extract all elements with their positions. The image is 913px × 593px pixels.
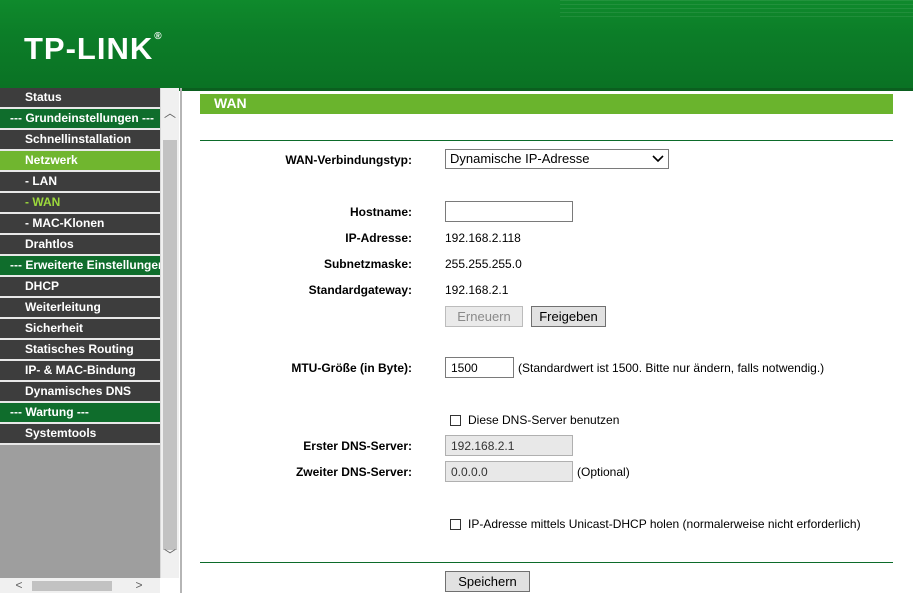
mtu-label: MTU-Größe (in Byte): [291,361,412,375]
sidebar-item[interactable]: Statisches Routing [0,340,160,361]
hostname-input[interactable] [445,201,573,222]
divider-bottom [200,562,893,563]
sidebar-item: --- Erweiterte Einstellungen --- [0,256,160,277]
sidebar-vertical-scrollbar[interactable]: ︿ ﹀ [160,88,179,578]
sidebar-item[interactable]: Netzwerk [0,151,160,172]
subnet-mask-value: 255.255.255.0 [445,257,522,271]
default-gateway-value: 192.168.2.1 [445,283,509,297]
dns1-input[interactable] [445,435,573,456]
save-button[interactable]: Speichern [445,571,530,592]
scroll-down-icon[interactable]: ﹀ [163,548,177,562]
scrollbar-thumb[interactable] [163,140,177,550]
chevron-down-icon [652,150,664,173]
tp-link-logo: TP-LINK® [24,31,163,66]
sidebar-item[interactable]: Sicherheit [0,319,160,340]
connection-type-select[interactable]: Dynamische IP-Adresse [445,149,669,169]
sidebar-item[interactable]: - LAN [0,172,160,193]
sidebar-item: --- Grundeinstellungen --- [0,109,160,130]
unicast-dhcp-checkbox[interactable] [450,519,461,530]
sidebar-item[interactable]: Weiterleitung [0,298,160,319]
scrollbar-thumb[interactable] [32,581,112,591]
sidebar-item[interactable]: Status [0,88,160,109]
connection-type-label: WAN-Verbindungstyp: [285,153,412,167]
page-title: WAN [214,95,247,111]
header-banner: TP-LINK® [0,0,913,91]
mtu-input[interactable] [445,357,514,378]
dns2-input[interactable] [445,461,573,482]
mtu-hint: (Standardwert ist 1500. Bitte nur ändern… [518,361,825,375]
scroll-up-icon[interactable]: ︿ [163,106,177,120]
divider-top [200,140,893,141]
hostname-label: Hostname: [349,205,412,219]
main-content: WAN WAN-Verbindungstyp: Dynamische IP-Ad… [182,88,913,593]
sidebar-item[interactable]: Dynamisches DNS [0,382,160,403]
sidebar-menu: Status --- Grundeinstellungen --- Schnelli… [0,88,160,445]
dns2-hint: (Optional) [577,465,630,479]
sidebar-item[interactable]: - WAN [0,193,160,214]
banner-stripes [560,0,913,20]
sidebar-horizontal-scrollbar[interactable]: < > [0,578,160,593]
ip-address-label: IP-Adresse: [345,231,412,245]
default-gateway-label: Standardgateway: [308,283,412,297]
sidebar-item[interactable]: Systemtools [0,424,160,445]
renew-button[interactable]: Erneuern [445,306,523,327]
sidebar-item[interactable]: DHCP [0,277,160,298]
unicast-dhcp-label: IP-Adresse mittels Unicast-DHCP holen (n… [468,517,861,531]
use-dns-label: Diese DNS-Server benutzen [468,413,620,427]
dns2-label: Zweiter DNS-Server: [295,465,412,479]
subnet-mask-label: Subnetzmaske: [323,257,412,271]
sidebar-item: --- Wartung --- [0,403,160,424]
sidebar-item[interactable]: Drahtlos [0,235,160,256]
use-dns-checkbox[interactable] [450,415,461,426]
page-title-bar: WAN [200,94,893,114]
dns1-label: Erster DNS-Server: [303,439,412,453]
ip-address-value: 192.168.2.118 [445,231,521,245]
sidebar-item[interactable]: IP- & MAC-Bindung [0,361,160,382]
scroll-right-icon[interactable]: > [132,578,146,593]
sidebar: Status --- Grundeinstellungen --- Schnelli… [0,88,160,593]
sidebar-item[interactable]: Schnellinstallation [0,130,160,151]
connection-type-value: Dynamische IP-Adresse [450,151,590,166]
sidebar-item[interactable]: - MAC-Klonen [0,214,160,235]
scroll-left-icon[interactable]: < [12,578,26,593]
release-button[interactable]: Freigeben [531,306,606,327]
